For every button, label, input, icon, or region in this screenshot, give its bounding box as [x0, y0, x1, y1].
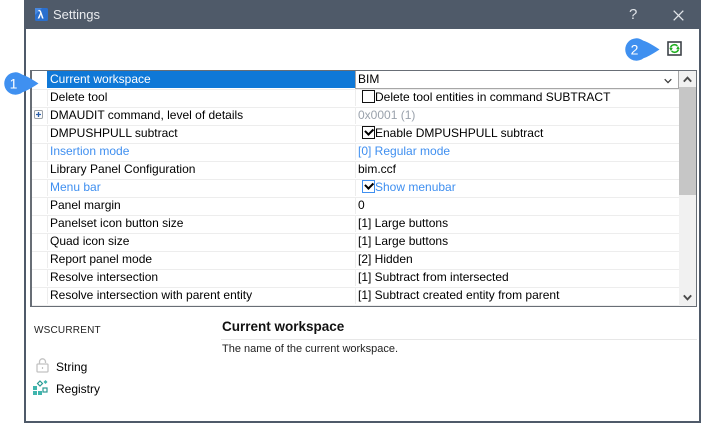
svg-text:1: 1	[10, 76, 18, 92]
svg-text:λ: λ	[38, 9, 44, 21]
svg-text:2: 2	[631, 42, 639, 58]
